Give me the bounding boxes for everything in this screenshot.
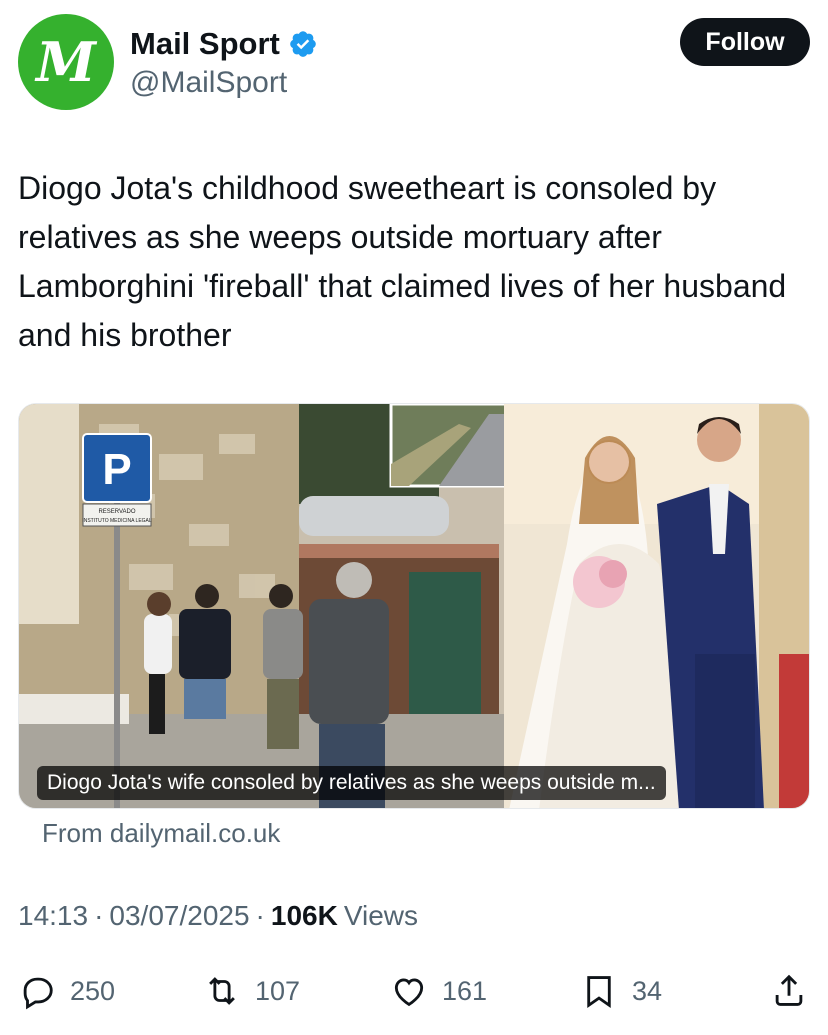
meta-separator: · [255,900,265,931]
bookmark-icon [587,976,611,1008]
avatar-logo: M [36,30,96,94]
tweet-time[interactable]: 14:13 [18,900,88,932]
like-count: 161 [442,975,488,1006]
like-button[interactable]: 161 [390,966,487,1016]
account-handle[interactable]: @MailSport [130,66,287,100]
action-bar: 250 107 161 34 [18,966,810,1016]
avatar[interactable]: M [18,14,114,110]
tweet-header: M Mail Sport @MailSport Follow [18,14,810,114]
card-caption: Diogo Jota's wife consoled by relatives … [37,766,666,800]
bookmark-count: 34 [632,975,663,1006]
tweet-text: Diogo Jota's childhood sweetheart is con… [18,170,787,353]
share-button[interactable] [770,966,808,1016]
repost-button[interactable]: 107 [203,966,300,1016]
bookmark-button[interactable]: 34 [580,966,662,1016]
reply-icon [23,977,53,1010]
meta-separator: · [94,900,104,931]
link-card[interactable]: P RESERVADO INSTITUTO MEDICINA LEGAL Dio… [18,403,810,809]
sign-text-institute: INSTITUTO MEDICINA LEGAL [82,518,152,524]
reply-count: 250 [70,975,116,1006]
share-icon [775,974,803,1006]
views-label: Views [343,900,418,931]
tweet-meta: 14:13 · 03/07/2025 · 106K Views [18,900,418,932]
views-count: 106K [270,900,338,931]
verified-badge-icon [290,31,316,57]
reply-button[interactable]: 250 [18,966,115,1016]
account-name[interactable]: Mail Sport [130,26,280,62]
follow-button[interactable]: Follow [680,18,810,66]
repost-count: 107 [255,975,301,1006]
name-row: Mail Sport [130,26,318,62]
parking-sign-letter: P [102,445,131,494]
repost-icon [209,977,235,1005]
tweet-date[interactable]: 03/07/2025 [109,900,249,932]
card-image: P RESERVADO INSTITUTO MEDICINA LEGAL [19,404,809,808]
card-source[interactable]: From dailymail.co.uk [42,818,280,849]
heart-icon [394,978,424,1007]
sign-text-reservado: RESERVADO [98,509,135,515]
